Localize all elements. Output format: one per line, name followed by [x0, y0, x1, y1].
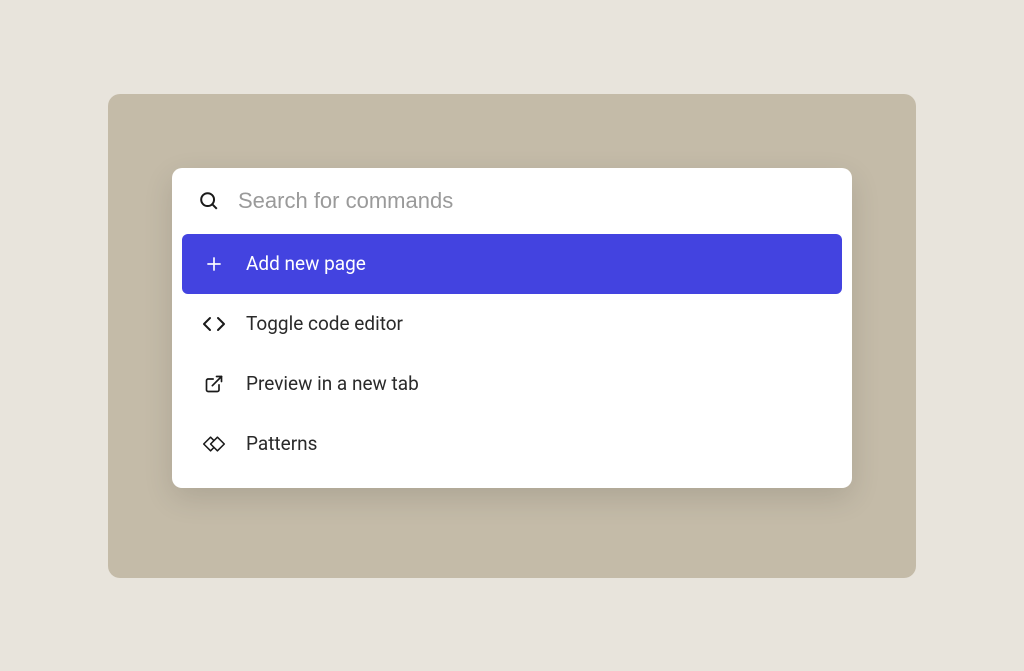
- command-toggle-code-editor[interactable]: Toggle code editor: [182, 294, 842, 354]
- external-link-icon: [202, 372, 226, 396]
- search-row: [172, 168, 852, 234]
- code-icon: [202, 312, 226, 336]
- plus-icon: [202, 252, 226, 276]
- command-label: Preview in a new tab: [246, 372, 822, 395]
- patterns-icon: [202, 432, 226, 456]
- command-label: Patterns: [246, 432, 822, 455]
- command-preview-new-tab[interactable]: Preview in a new tab: [182, 354, 842, 414]
- search-input[interactable]: [238, 188, 826, 214]
- command-label: Add new page: [246, 252, 822, 275]
- command-patterns[interactable]: Patterns: [182, 414, 842, 474]
- command-label: Toggle code editor: [246, 312, 822, 335]
- command-add-new-page[interactable]: Add new page: [182, 234, 842, 294]
- background-panel: Add new page Toggle code editor: [108, 94, 916, 578]
- command-list: Add new page Toggle code editor: [172, 234, 852, 488]
- search-icon: [198, 190, 220, 212]
- command-palette: Add new page Toggle code editor: [172, 168, 852, 488]
